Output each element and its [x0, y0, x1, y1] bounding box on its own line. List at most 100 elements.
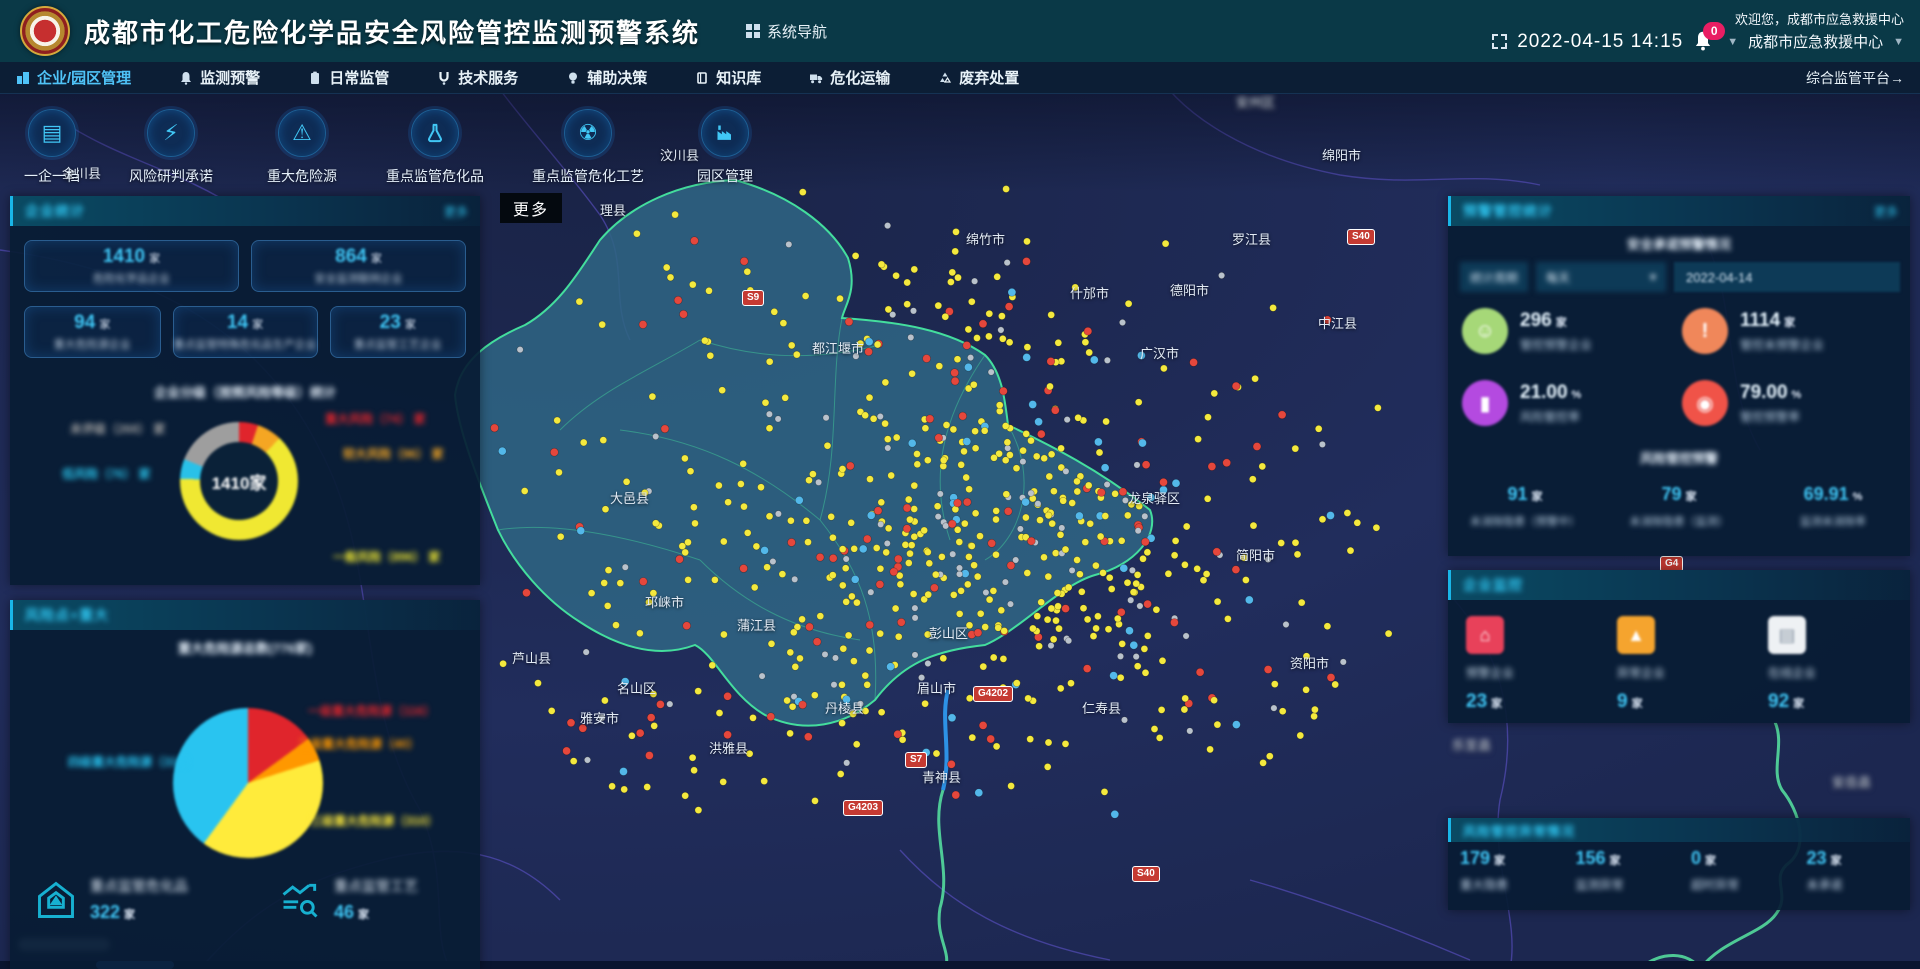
enterprise-stat-3[interactable]: 14家重点监管特殊危化品生产企业 [173, 306, 318, 358]
enterprise-dot [1385, 630, 1392, 637]
lightning-icon: ⚡ [163, 122, 178, 144]
map-more-button[interactable]: 更多 [500, 193, 562, 223]
enterprise-dot [870, 415, 877, 422]
enterprise-dot [1033, 453, 1040, 460]
enterprise-dot [824, 442, 831, 449]
enterprise-dot [793, 351, 800, 358]
enterprise-dot [890, 568, 898, 576]
enterprise-dot [950, 551, 956, 557]
map-county-label: 大邑县 [610, 488, 649, 507]
enterprise-dot [633, 230, 640, 237]
donut-legend-item: 较大风险（96） 家 [343, 445, 444, 462]
subnav-item-0[interactable]: ▤一企一档 [24, 109, 80, 186]
stat-value: 23家 [1807, 848, 1911, 869]
platform-link[interactable]: 综合监管平台→ [1806, 68, 1904, 88]
enterprise-dot [661, 425, 669, 433]
enterprise-dot [911, 482, 918, 489]
enterprise-dot [876, 580, 884, 588]
subnav-item-4[interactable]: ☢重点监管危化工艺 [532, 109, 644, 186]
enterprise-dot [1029, 401, 1037, 409]
stat-unit: 家 [99, 319, 110, 331]
enterprise-dot [1130, 589, 1137, 596]
enterprise-dot [1028, 437, 1035, 444]
caret-down-icon[interactable]: ▼ [1727, 36, 1738, 48]
card-value: 21.00% [1520, 382, 1581, 404]
enterprise-dot [701, 337, 708, 344]
caret-down-icon[interactable]: ▼ [1893, 36, 1904, 48]
enterprise-dot [1162, 240, 1169, 247]
enterprise-dot [663, 264, 670, 271]
nav-item-2[interactable]: 日常监管 [308, 67, 389, 88]
enterprise-dot [1245, 596, 1253, 604]
enterprise-dot [829, 554, 837, 562]
nav-item-7[interactable]: 废弃处置 [938, 67, 1019, 88]
more-link[interactable]: 更多 [1874, 203, 1898, 220]
enterprise-dot [952, 248, 959, 255]
enterprise-dot [1004, 259, 1010, 265]
enterprise-dot [792, 576, 798, 582]
enterprise-dot [831, 682, 837, 688]
enterprise-dot [751, 584, 758, 591]
enterprise-dot [974, 335, 981, 342]
enterprise-dot [1292, 445, 1299, 452]
enterprise-dot [938, 553, 945, 560]
enterprise-dot [905, 560, 912, 567]
filter-row: 统计周期 每天 ▾ 2022-04-14 [1460, 262, 1900, 292]
enterprise-dot [1025, 695, 1032, 702]
subnav-item-1[interactable]: ⚡风险研判承诺 [129, 109, 213, 186]
enterprise-dot [1140, 555, 1147, 562]
map-county-label: 芦山县 [512, 648, 551, 667]
nav-item-label: 危化运输 [830, 67, 890, 88]
enterprise-dot [523, 589, 531, 597]
enterprise-dot [1080, 605, 1087, 612]
enterprise-dot [799, 701, 807, 709]
enterprise-dot [1002, 457, 1009, 464]
nav-item-5[interactable]: 知识库 [695, 67, 761, 88]
notification-bell[interactable]: 0 [1693, 30, 1717, 54]
enterprise-dot [947, 279, 954, 286]
enterprise-dot [956, 539, 963, 546]
system-nav-toggle[interactable]: 系统导航 [746, 21, 827, 42]
enterprise-dot [843, 556, 849, 562]
enterprise-dot [720, 631, 727, 638]
enterprise-dot [674, 296, 682, 304]
enterprise-dot [620, 768, 628, 776]
subnav-item-2[interactable]: ⚠重大危险源 [267, 109, 337, 186]
enterprise-dot [1100, 569, 1107, 576]
enterprise-dot [885, 445, 891, 451]
nav-item-6[interactable]: 危化运输 [809, 67, 890, 88]
enterprise-stat-0[interactable]: 1410家危险化学品企业 [24, 240, 239, 292]
subnav-item-5[interactable]: 园区管理 [697, 109, 753, 186]
enterprise-stat-4[interactable]: 23家重点监管工艺企业 [330, 306, 467, 358]
enterprise-dot [852, 252, 859, 259]
enterprise-dot [958, 587, 965, 594]
org-selector[interactable]: 成都市应急救援中心 [1748, 31, 1883, 52]
enterprise-dot [882, 379, 889, 386]
fullscreen-icon[interactable] [1492, 34, 1507, 49]
nav-item-4[interactable]: 辅助决策 [566, 67, 647, 88]
enterprise-dot [1002, 579, 1008, 585]
nav-item-0[interactable]: 企业/园区管理 [16, 67, 131, 88]
enterprise-dot [999, 387, 1007, 395]
stat-label: 预警企业 [1466, 664, 1617, 681]
enterprise-dot [851, 575, 859, 583]
subnav-item-label: 园区管理 [697, 166, 753, 186]
enterprise-dot [766, 411, 772, 417]
nav-item-1[interactable]: 监测预警 [179, 67, 260, 88]
enterprise-dot [716, 710, 723, 717]
card-label: 管控预警企业 [1520, 336, 1592, 353]
enterprise-dot [759, 673, 765, 679]
enterprise-stat-2[interactable]: 94家重大危险源企业 [24, 306, 161, 358]
period-select[interactable]: 每天 ▾ [1536, 262, 1666, 292]
more-link[interactable]: 更多 [444, 203, 468, 220]
enterprise-dot [1052, 550, 1059, 557]
stat-label: 重点监管危化品 [90, 876, 188, 896]
enterprise-dot [1060, 497, 1067, 504]
enterprise-stat-1[interactable]: 864家安全监测联网企业 [251, 240, 466, 292]
enterprise-dot [1170, 619, 1178, 627]
nav-item-3[interactable]: 技术服务 [437, 67, 518, 88]
subnav-item-3[interactable]: 重点监管危化品 [386, 109, 484, 186]
date-picker[interactable]: 2022-04-14 [1674, 262, 1900, 292]
warning-cards: ☺296家管控预警企业!1114家管控未预警企业▮21.00%风险管控率◉79.… [1462, 308, 1902, 426]
enterprise-dot [1050, 636, 1057, 643]
